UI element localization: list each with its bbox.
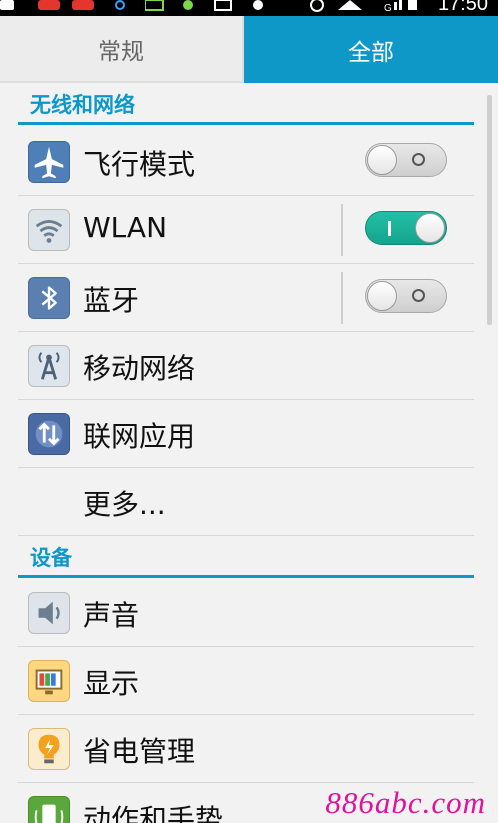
status-bar: G 17:50 [0,0,498,16]
usb-icon [214,0,232,11]
settings-row-sound[interactable]: 声音 [18,579,474,647]
row-label: 蓝牙 [83,284,140,317]
wifi-icon [338,0,362,10]
toggle-knob [415,213,445,243]
notification-icons [0,0,125,10]
section-header-wireless: 无线和网络 [18,83,474,125]
airplane-icon [28,141,70,183]
status-time: 17:50 [437,0,488,15]
row-label: 显示 [83,667,140,700]
section-title: 设备 [30,546,72,570]
scrollbar[interactable] [487,95,492,325]
network-apps-icon [28,413,70,455]
toggle-knob [367,145,397,175]
row-divider [341,204,343,256]
wlan-toggle[interactable] [365,211,447,245]
notification-icon [0,0,14,10]
section-title: 无线和网络 [30,93,135,117]
settings-row-bluetooth[interactable]: 蓝牙 [18,264,474,332]
power-saving-icon [28,728,70,770]
row-label: 动作和手势 [83,803,224,823]
row-label: WLAN [83,211,168,244]
row-divider [341,272,343,324]
app-icon [72,0,94,10]
system-icons: G [310,0,417,12]
settings-row-display[interactable]: 显示 [18,647,474,715]
row-label: 省电管理 [83,735,196,768]
link-icon [115,0,125,10]
row-label: 联网应用 [83,420,196,453]
row-label: 声音 [83,599,140,632]
settings-row-wlan[interactable]: WLAN [18,196,474,264]
row-label: 更多... [83,488,166,521]
airplane-mode-toggle[interactable] [365,143,447,177]
toggle-on-indicator [388,221,391,236]
battery-icon [408,0,417,10]
tab-general[interactable]: 常规 [0,16,244,83]
signal-label: G [384,3,392,12]
bluetooth-toggle[interactable] [365,279,447,313]
alarm-icon [310,0,324,12]
alarm-icon [253,0,263,10]
toggle-off-indicator [412,153,425,166]
settings-row-airplane-mode[interactable]: 飞行模式 [18,128,474,196]
settings-list: 无线和网络 飞行模式 WLAN 蓝牙 移动网络 联网应用 更多... 设备 声音… [0,83,498,823]
motion-gesture-icon [28,796,70,823]
row-label: 飞行模式 [83,148,196,181]
toggle-knob [367,281,397,311]
mobile-network-icon [28,345,70,387]
tab-all[interactable]: 全部 [244,16,498,83]
status-icons [145,0,263,11]
settings-row-power-saving[interactable]: 省电管理 [18,715,474,783]
settings-row-network-apps[interactable]: 联网应用 [18,400,474,468]
watermark: 886abc.com [325,785,486,820]
signal-icon [394,2,397,10]
section-header-device: 设备 [18,536,474,578]
toggle-off-indicator [412,289,425,302]
wifi-icon [28,209,70,251]
row-label: 移动网络 [83,352,196,385]
sync-icon [183,0,193,10]
settings-row-mobile-network[interactable]: 移动网络 [18,332,474,400]
message-icon [145,0,164,11]
bluetooth-icon [28,277,70,319]
sound-icon [28,592,70,634]
display-icon [28,660,70,702]
app-icon [38,0,60,10]
settings-tabs: 常规 全部 [0,16,498,83]
settings-row-more[interactable]: 更多... [18,468,474,536]
